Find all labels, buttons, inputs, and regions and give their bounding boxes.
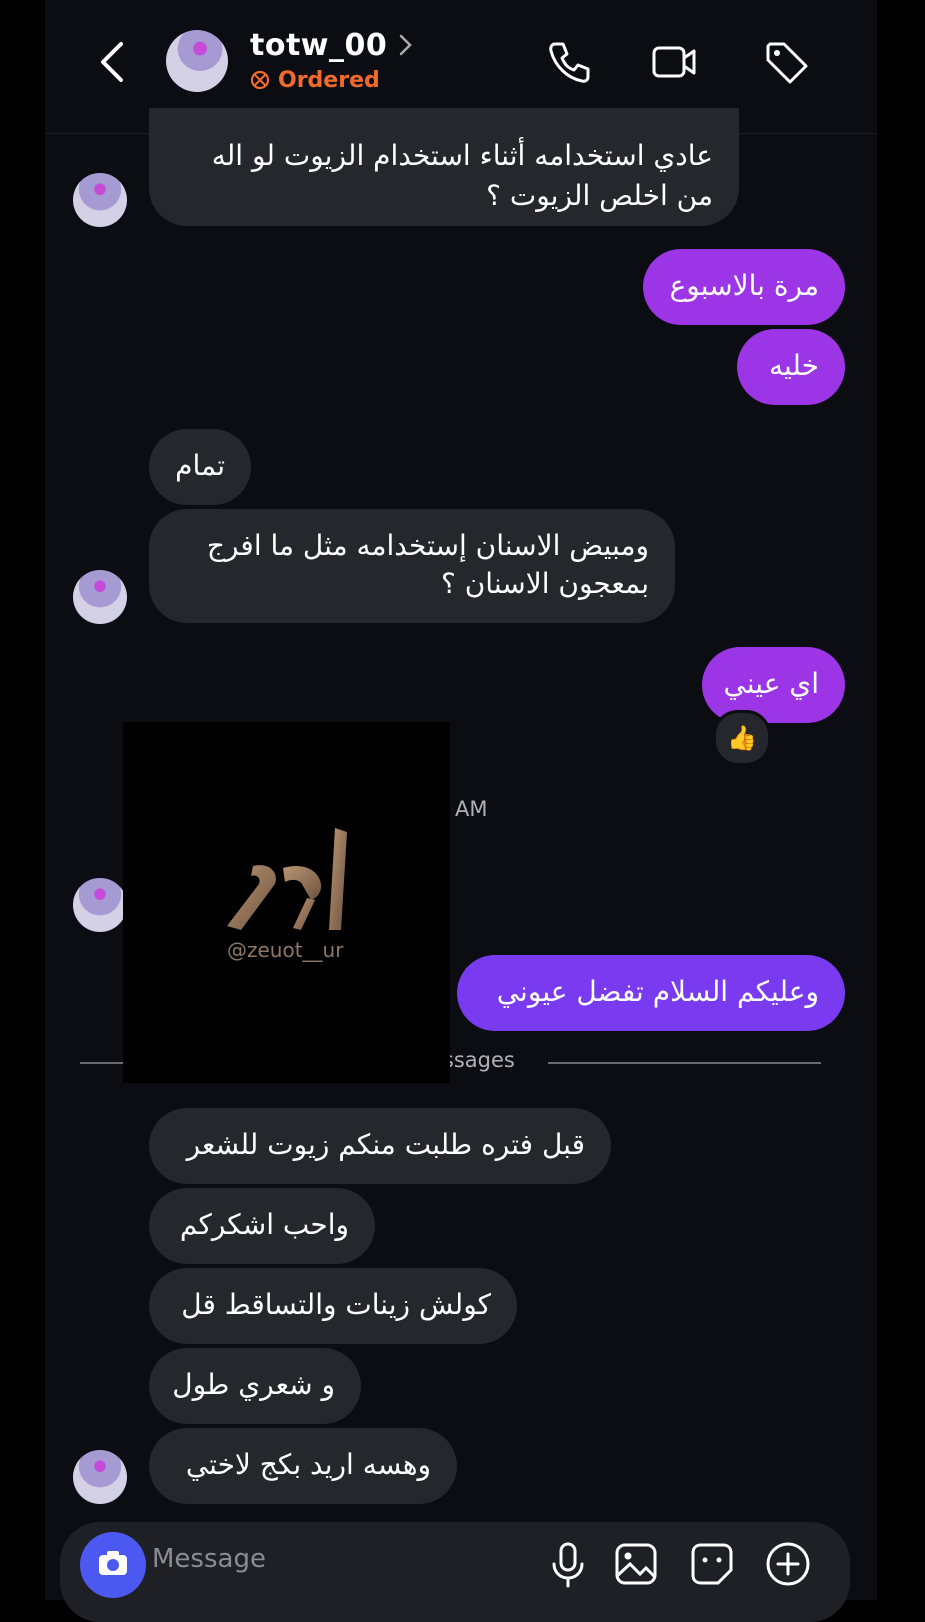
- order-status-icon: [250, 70, 270, 90]
- incoming-message[interactable]: عادي استخدامه أثناء استخدام الزيوت لو ال…: [149, 108, 739, 226]
- incoming-message[interactable]: وهسه اريد بكج لاختي: [149, 1428, 457, 1504]
- message-text: كولش زينات والتساقط قل: [181, 1288, 491, 1321]
- brand-logo-icon: [227, 828, 347, 930]
- avatar[interactable]: [73, 570, 127, 624]
- left-black-margin: [0, 0, 45, 1600]
- right-black-margin: [877, 0, 925, 1600]
- outgoing-message[interactable]: اي عيني: [702, 647, 845, 723]
- chat-screen: totw_00 Ordered عادي استخدامه أثناء استخ…: [45, 0, 877, 1622]
- contact-username[interactable]: totw_00: [250, 28, 387, 63]
- video-camera-icon[interactable]: [650, 38, 698, 86]
- tag-icon[interactable]: [762, 38, 810, 86]
- watermark-text: @zeuot__ur: [227, 938, 344, 962]
- back-arrow-icon[interactable]: [93, 38, 133, 86]
- message-input[interactable]: Message: [152, 1544, 266, 1574]
- message-text: وعليكم السلام تفضل عيوني: [496, 975, 819, 1008]
- message-text: اي عيني: [723, 667, 819, 700]
- order-status: Ordered: [250, 68, 380, 93]
- message-text: تمام: [175, 449, 225, 482]
- incoming-message[interactable]: قبل فتره طلبت منكم زيوت للشعر: [149, 1108, 611, 1184]
- plus-icon[interactable]: [764, 1540, 812, 1588]
- message-text: ومبيض الاسنان إستخدامه مثل ما افرج بمعجو…: [206, 529, 649, 600]
- outgoing-message[interactable]: خليه: [737, 329, 845, 405]
- gallery-icon[interactable]: [612, 1540, 660, 1588]
- message-text: و شعري طول: [172, 1368, 335, 1401]
- outgoing-message[interactable]: مرة بالاسبوع: [643, 249, 845, 325]
- reaction-thumbs-up-icon[interactable]: 👍: [713, 710, 771, 766]
- incoming-message[interactable]: و شعري طول: [149, 1348, 361, 1424]
- sticker-icon[interactable]: [688, 1540, 736, 1588]
- message-text: خليه: [768, 349, 819, 382]
- incoming-message[interactable]: واحب اشكركم: [149, 1188, 375, 1264]
- message-text: قبل فتره طلبت منكم زيوت للشعر: [186, 1128, 585, 1161]
- avatar[interactable]: [73, 878, 127, 932]
- microphone-icon[interactable]: [544, 1540, 592, 1588]
- outgoing-message[interactable]: وعليكم السلام تفضل عيوني: [457, 955, 845, 1031]
- chevron-right-icon[interactable]: [397, 32, 415, 58]
- message-composer: Message: [60, 1522, 850, 1622]
- incoming-message[interactable]: تمام: [149, 429, 251, 505]
- camera-button[interactable]: [80, 1532, 146, 1598]
- incoming-message[interactable]: كولش زينات والتساقط قل: [149, 1268, 517, 1344]
- avatar[interactable]: [166, 30, 228, 92]
- incoming-message[interactable]: ومبيض الاسنان إستخدامه مثل ما افرج بمعجو…: [149, 509, 675, 623]
- order-status-label: Ordered: [278, 68, 380, 93]
- avatar[interactable]: [73, 173, 127, 227]
- message-text: عادي استخدامه أثناء استخدام الزيوت لو ال…: [211, 139, 713, 212]
- message-text: مرة بالاسبوع: [669, 269, 819, 302]
- new-messages-divider-line: [548, 1062, 821, 1064]
- message-text: واحب اشكركم: [179, 1208, 349, 1241]
- phone-icon[interactable]: [545, 38, 593, 86]
- watermark-overlay-image: @zeuot__ur: [123, 722, 450, 1083]
- avatar[interactable]: [73, 1450, 127, 1504]
- camera-icon: [99, 1551, 127, 1575]
- message-text: وهسه اريد بكج لاختي: [185, 1448, 431, 1481]
